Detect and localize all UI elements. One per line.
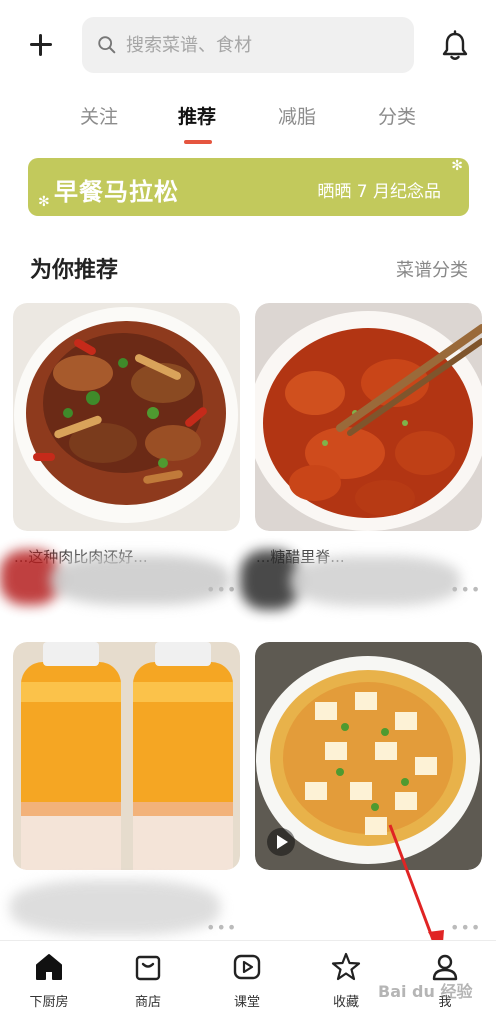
watermark: Bai du 经验 [378, 982, 473, 1001]
recipe-card[interactable] [255, 303, 482, 531]
nav-label: 下厨房 [29, 995, 69, 1010]
top-bar [0, 0, 496, 80]
recipe-card[interactable] [13, 642, 240, 870]
nav-home[interactable]: 下厨房 [14, 951, 84, 1010]
nav-label: 收藏 [332, 995, 359, 1010]
recipe-card[interactable] [13, 303, 240, 531]
recipe-category-link[interactable]: 菜谱分类 [396, 256, 468, 282]
active-tab-indicator [184, 140, 212, 144]
banner-subtitle: 晒晒 7 月纪念品 [317, 182, 441, 202]
home-icon [36, 954, 62, 980]
more-options-icon[interactable]: ••• [450, 580, 481, 599]
tab-fat-loss[interactable]: 减脂 [278, 102, 316, 129]
recipe-image [13, 642, 240, 870]
search-box[interactable] [82, 17, 414, 73]
tab-category[interactable]: 分类 [378, 102, 416, 129]
sparkle-icon: ✻ [451, 158, 463, 174]
redaction-scribble [50, 555, 230, 605]
redaction-scribble [10, 880, 220, 935]
section-title: 为你推荐 [30, 258, 119, 283]
tab-follow[interactable]: 关注 [80, 102, 118, 129]
more-options-icon[interactable]: ••• [206, 580, 237, 599]
nav-shop[interactable]: 商店 [113, 951, 183, 1010]
recipe-image [13, 303, 240, 531]
star-icon [331, 952, 361, 981]
search-icon [98, 36, 116, 54]
redaction-scribble [290, 556, 460, 606]
plus-icon[interactable] [26, 30, 56, 60]
tab-bar: 关注 推荐 减脂 分类 [0, 96, 496, 146]
nav-label: 课堂 [233, 995, 260, 1010]
promo-banner[interactable]: 早餐马拉松 晒晒 7 月纪念品 ✻ ✻ [28, 158, 469, 216]
nav-label: 商店 [134, 995, 161, 1010]
tab-recommend[interactable]: 推荐 [178, 102, 216, 129]
nav-class[interactable]: 课堂 [212, 951, 282, 1010]
app-screen: 关注 推荐 减脂 分类 早餐马拉松 晒晒 7 月纪念品 ✻ ✻ 为你推荐 菜谱分… [0, 0, 496, 1028]
annotation-arrow [388, 824, 444, 955]
banner-title: 早餐马拉松 [54, 178, 179, 206]
search-input[interactable] [126, 34, 386, 56]
recipe-image [255, 303, 482, 531]
play-icon [233, 954, 261, 980]
nav-favorites[interactable]: 收藏 [311, 951, 381, 1010]
bell-icon[interactable] [440, 30, 470, 62]
sparkle-icon: ✻ [38, 194, 50, 210]
more-options-icon[interactable]: ••• [206, 918, 237, 937]
shop-icon [135, 955, 161, 981]
